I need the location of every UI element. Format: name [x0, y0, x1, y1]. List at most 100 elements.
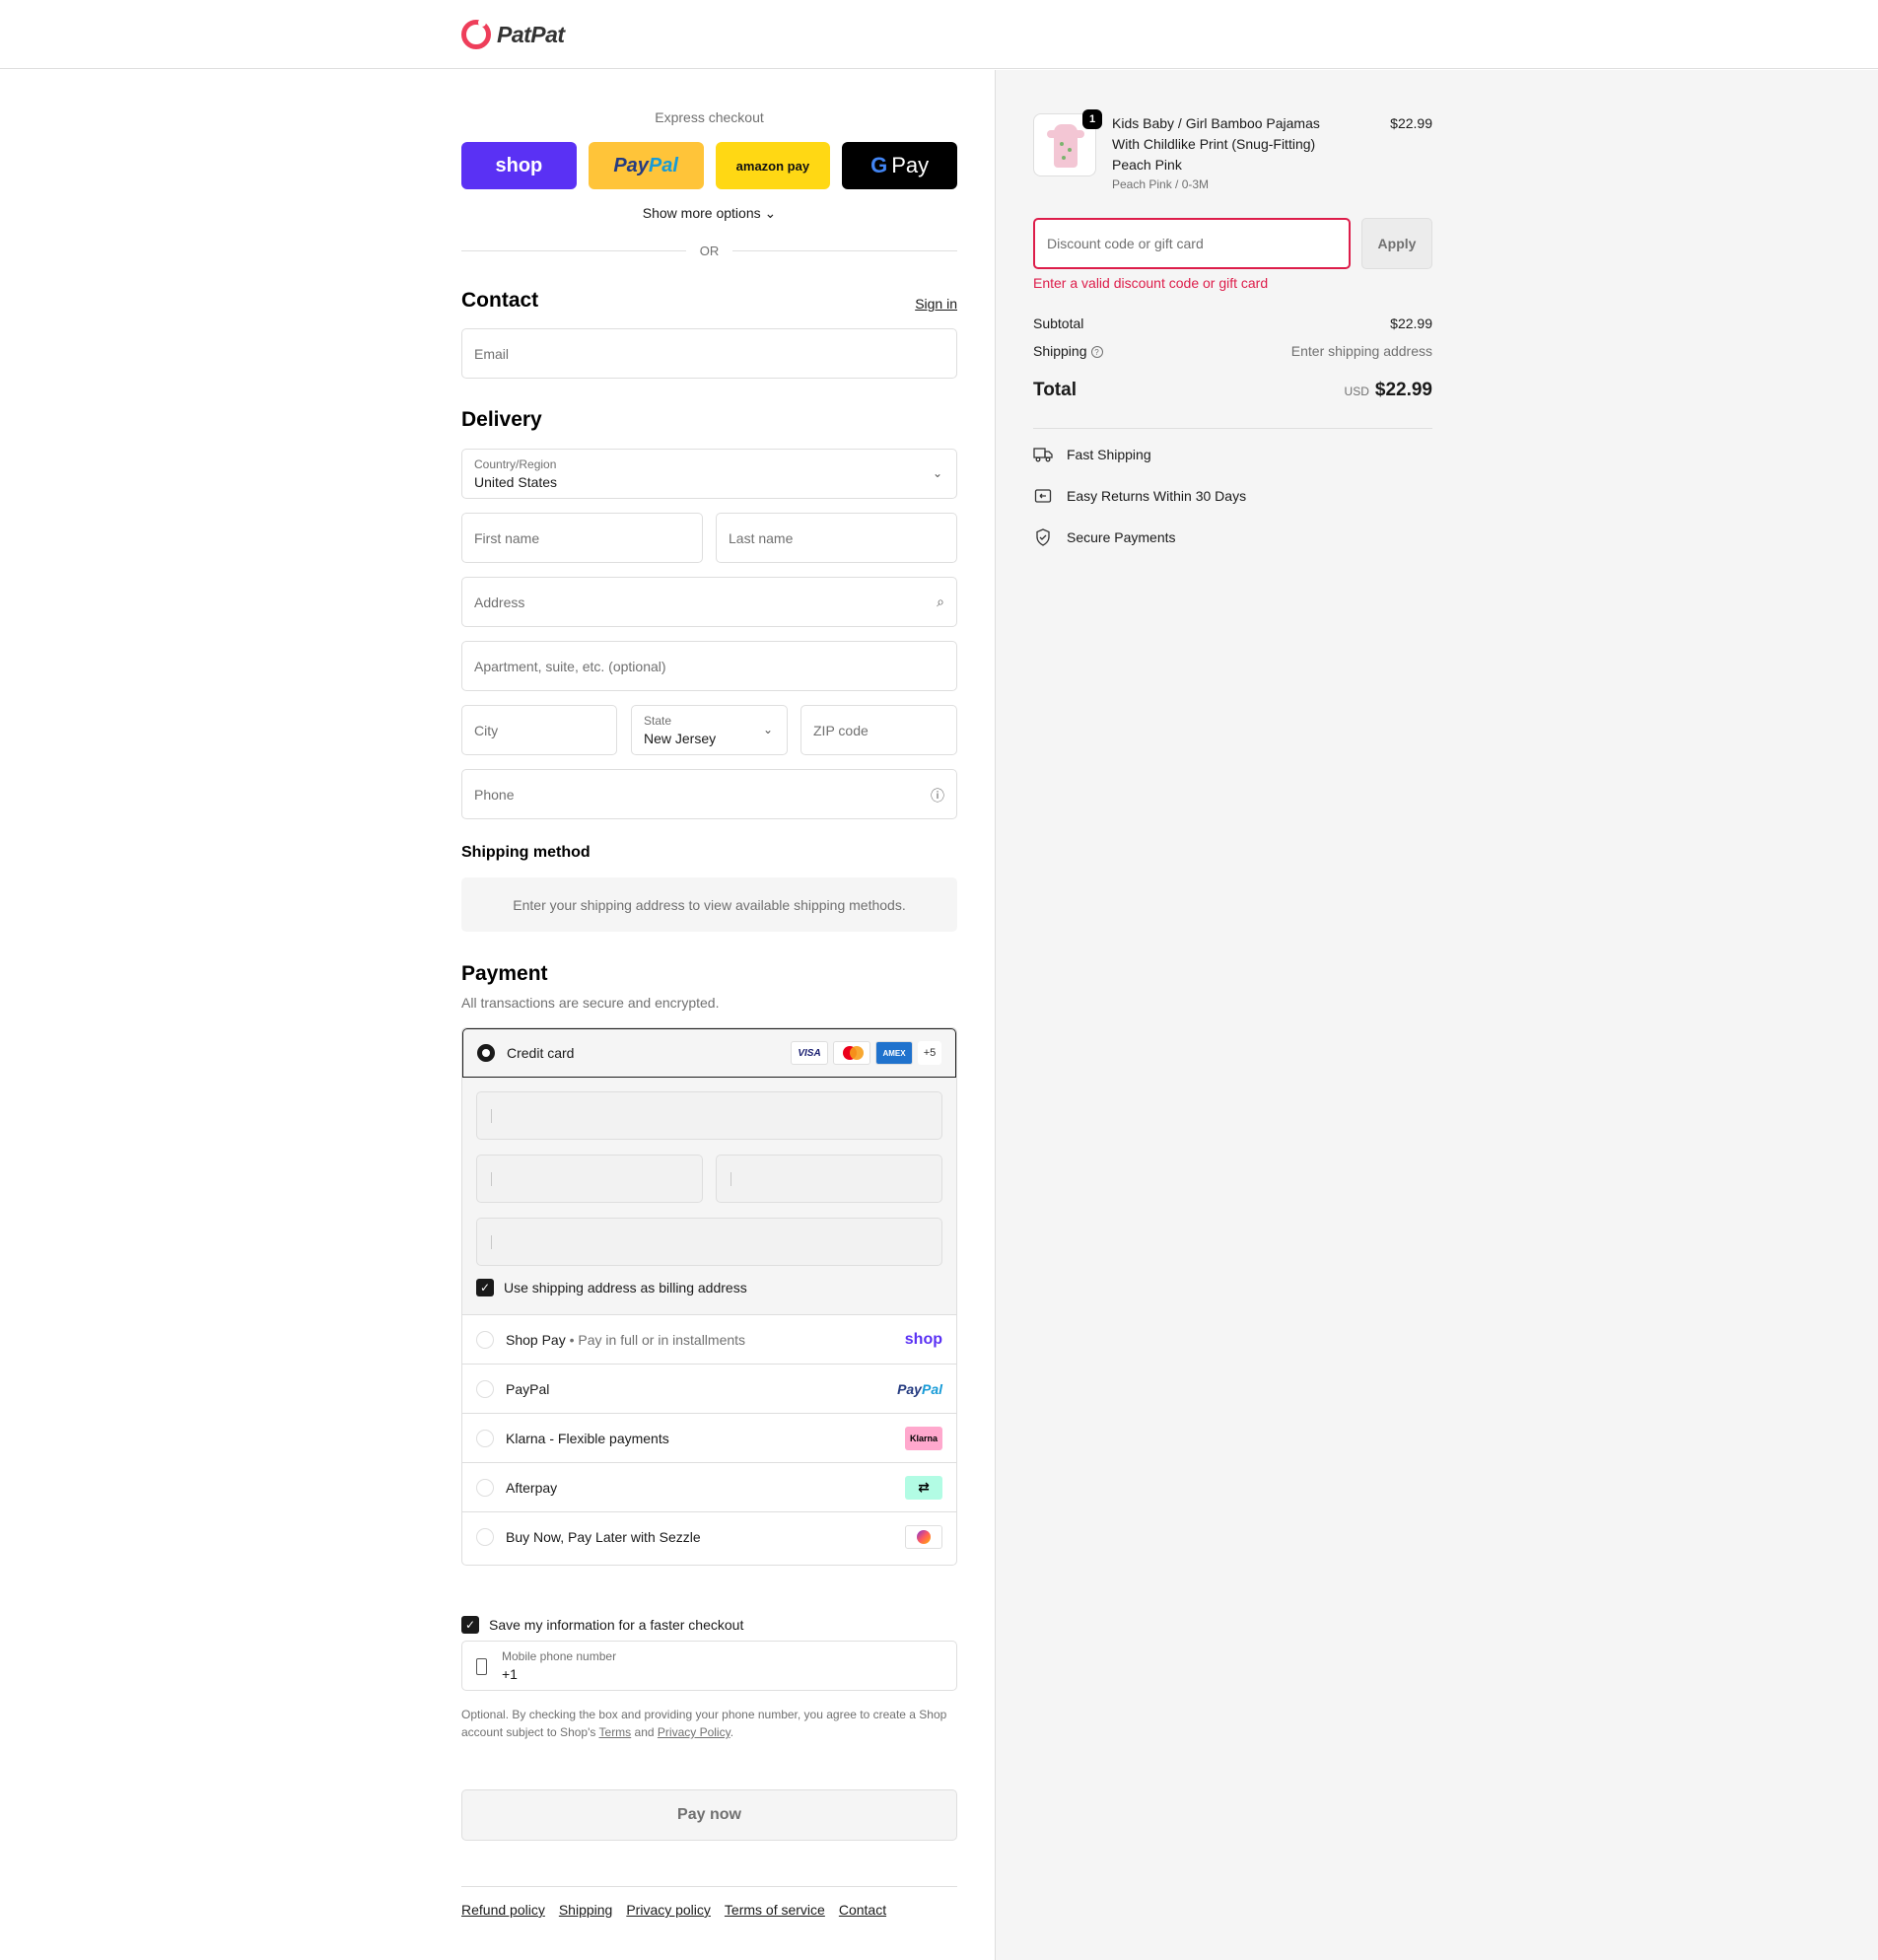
- state-select[interactable]: State New Jersey ⌄: [631, 705, 788, 755]
- google-pay-button[interactable]: G Pay: [842, 142, 957, 189]
- shop-terms-link[interactable]: Terms: [599, 1725, 632, 1739]
- summary-divider: [1033, 428, 1432, 429]
- first-name-field[interactable]: First name: [461, 513, 703, 563]
- perk-easy-returns: Easy Returns Within 30 Days: [1033, 487, 1246, 505]
- patpat-logo-icon: [461, 19, 491, 49]
- payment-subtitle: All transactions are secure and encrypte…: [461, 995, 720, 1011]
- express-checkout-buttons: shop Pay Pal amazon pay G Pay: [461, 142, 957, 189]
- privacy-policy-link[interactable]: Privacy policy: [626, 1902, 711, 1918]
- legal-end: .: [730, 1725, 734, 1739]
- refund-policy-link[interactable]: Refund policy: [461, 1902, 545, 1918]
- last-name-field[interactable]: Last name: [716, 513, 957, 563]
- perk-label: Fast Shipping: [1067, 447, 1151, 462]
- shipping-method-info: Enter your shipping address to view avai…: [461, 877, 957, 932]
- paypal-logo-pay: Pay: [613, 154, 649, 176]
- paypal-logo: PayPal: [897, 1381, 942, 1397]
- discount-placeholder: Discount code or gift card: [1047, 236, 1204, 251]
- mobile-phone-value: +1: [502, 1666, 518, 1682]
- mobile-phone-label: Mobile phone number: [502, 1649, 617, 1663]
- payment-title: Payment: [461, 962, 548, 985]
- shipping-method-title: Shipping method: [461, 844, 591, 861]
- afterpay-label: Afterpay: [506, 1479, 558, 1496]
- google-pay-label: Pay: [891, 153, 930, 177]
- more-cards-count: +5: [918, 1041, 941, 1065]
- delivery-title: Delivery: [461, 408, 542, 431]
- amex-icon: AMEX: [875, 1041, 913, 1065]
- afterpay-logo: ⇄: [905, 1475, 942, 1500]
- visa-icon: VISA: [791, 1041, 828, 1065]
- save-info-legal: Optional. By checking the box and provid…: [461, 1706, 957, 1741]
- phone-field[interactable]: Phone ⓘ: [461, 769, 957, 819]
- paypal-option[interactable]: PayPal PayPal: [462, 1365, 956, 1414]
- chevron-down-icon: ⌄: [932, 466, 942, 480]
- email-field[interactable]: Email: [461, 328, 957, 379]
- card-cvc-field[interactable]: [716, 1155, 942, 1203]
- save-info-checkbox[interactable]: ✓: [461, 1616, 479, 1634]
- show-more-options-button[interactable]: Show more options ⌄: [461, 205, 957, 222]
- shipping-label: Shipping: [1033, 343, 1087, 359]
- subtotal-row: Subtotal $22.99: [1033, 315, 1432, 331]
- paypal-button[interactable]: Pay Pal: [588, 142, 704, 189]
- card-name-field[interactable]: [476, 1218, 942, 1266]
- shop-pay-radio[interactable]: [476, 1330, 494, 1349]
- footer-divider: [461, 1886, 957, 1887]
- shop-pay-option[interactable]: Shop Pay • Pay in full or in installment…: [462, 1315, 956, 1365]
- city-field[interactable]: City: [461, 705, 617, 755]
- sezzle-radio[interactable]: [476, 1528, 494, 1546]
- apply-discount-button[interactable]: Apply: [1361, 218, 1432, 269]
- apartment-field[interactable]: Apartment, suite, etc. (optional): [461, 641, 957, 691]
- amazon-pay-button[interactable]: amazon pay: [715, 142, 831, 189]
- brand-name: PatPat: [497, 21, 565, 47]
- total-value: $22.99: [1374, 380, 1432, 400]
- afterpay-radio[interactable]: [476, 1478, 494, 1497]
- site-header: PatPat: [0, 0, 1878, 69]
- afterpay-icon: ⇄: [905, 1475, 942, 1500]
- divider-line-left: [461, 250, 686, 251]
- shipping-link[interactable]: Shipping: [559, 1902, 613, 1918]
- brand-logo[interactable]: PatPat: [461, 19, 565, 49]
- zip-field[interactable]: ZIP code: [800, 705, 957, 755]
- card-fields-panel: ✓ Use shipping address as billing addres…: [462, 1078, 956, 1315]
- billing-same-option[interactable]: ✓ Use shipping address as billing addres…: [476, 1279, 747, 1296]
- paypal-word-pal: Pal: [921, 1380, 942, 1397]
- payment-methods: Credit card VISA AMEX +5 ✓ Use shipping …: [461, 1027, 957, 1566]
- mobile-phone-field[interactable]: Mobile phone number +1: [461, 1641, 957, 1691]
- klarna-option[interactable]: Klarna - Flexible payments Klarna: [462, 1414, 956, 1463]
- contact-link[interactable]: Contact: [839, 1902, 886, 1918]
- help-circle-icon[interactable]: ?: [1090, 346, 1103, 359]
- shop-pay-sub: Pay in full or in installments: [578, 1331, 746, 1348]
- shop-pay-button[interactable]: shop: [461, 142, 577, 189]
- terms-of-service-link[interactable]: Terms of service: [725, 1902, 825, 1918]
- discount-input[interactable]: Discount code or gift card: [1033, 218, 1351, 269]
- chevron-down-icon: ⌄: [762, 723, 773, 736]
- or-label: OR: [699, 244, 720, 258]
- pay-now-button[interactable]: Pay now: [461, 1789, 957, 1841]
- credit-card-radio[interactable]: [477, 1044, 495, 1062]
- or-divider: OR: [461, 244, 957, 258]
- last-name-placeholder: Last name: [729, 530, 794, 546]
- credit-card-option[interactable]: Credit card VISA AMEX +5: [462, 1028, 956, 1078]
- first-name-placeholder: First name: [474, 530, 540, 546]
- paypal-radio[interactable]: [476, 1379, 494, 1398]
- country-select[interactable]: Country/Region United States ⌄: [461, 449, 957, 499]
- sezzle-option[interactable]: Buy Now, Pay Later with Sezzle: [462, 1512, 956, 1562]
- shipping-value: Enter shipping address: [1290, 343, 1432, 359]
- address-field[interactable]: Address ⌕: [461, 577, 957, 627]
- save-info-option[interactable]: ✓ Save my information for a faster check…: [461, 1616, 743, 1634]
- shield-check-icon: [1033, 528, 1053, 546]
- card-number-field[interactable]: [476, 1091, 942, 1140]
- credit-card-label: Credit card: [507, 1045, 575, 1061]
- sezzle-icon: [905, 1525, 942, 1549]
- google-g-icon: G: [870, 153, 888, 177]
- afterpay-option[interactable]: Afterpay ⇄: [462, 1463, 956, 1512]
- sign-in-link[interactable]: Sign in: [915, 296, 957, 312]
- show-more-label: Show more options: [642, 205, 761, 221]
- shop-privacy-link[interactable]: Privacy Policy: [658, 1725, 730, 1739]
- total-label: Total: [1033, 380, 1077, 400]
- help-circle-icon[interactable]: ⓘ: [931, 786, 944, 805]
- klarna-radio[interactable]: [476, 1429, 494, 1447]
- billing-checkbox[interactable]: ✓: [476, 1279, 494, 1296]
- phone-placeholder: Phone: [474, 787, 515, 803]
- divider-line-right: [732, 250, 957, 251]
- card-expiry-field[interactable]: [476, 1155, 703, 1203]
